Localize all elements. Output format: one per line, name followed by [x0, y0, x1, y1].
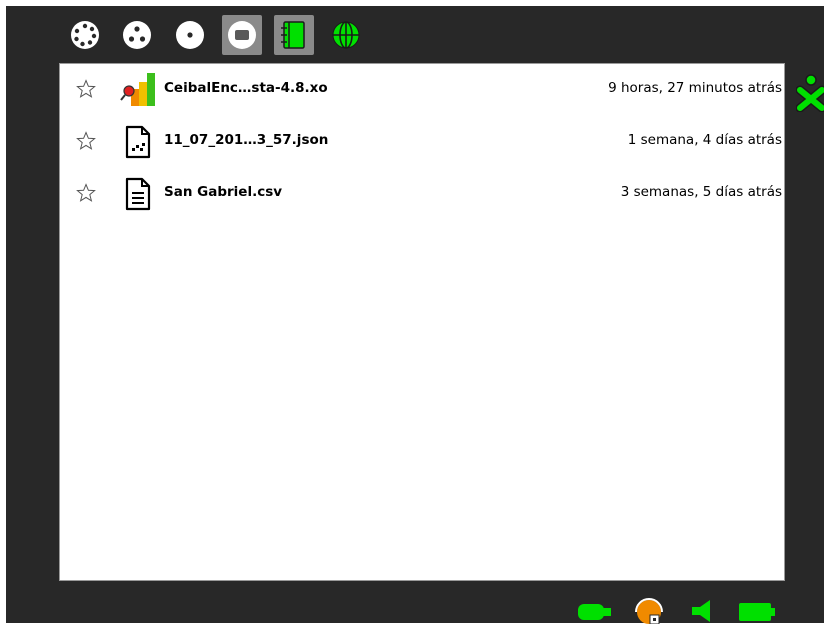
list-item[interactable]: San Gabriel.csv 3 semanas, 5 días atrás [60, 168, 784, 220]
activity-view-button[interactable] [222, 15, 262, 55]
activity-icon [228, 21, 256, 49]
star-icon[interactable] [76, 131, 96, 151]
journal-button[interactable] [274, 15, 314, 55]
group-view-button[interactable] [117, 15, 157, 55]
entry-time: 1 semana, 4 días atrás [627, 132, 782, 148]
top-toolbar [6, 6, 824, 63]
json-file-icon [125, 125, 151, 159]
entry-time: 9 horas, 27 minutos atrás [608, 80, 782, 96]
entry-title[interactable]: San Gabriel.csv [164, 184, 282, 200]
activity-bundle-icon [120, 73, 155, 106]
neighborhood-view-button[interactable] [65, 15, 105, 55]
text-file-icon [125, 177, 151, 211]
home-icon [176, 21, 204, 49]
entry-title[interactable]: 11_07_201…3_57.json [164, 132, 328, 148]
buddy-icon[interactable] [796, 72, 824, 112]
group-icon [123, 21, 151, 49]
speaker-icon[interactable] [688, 598, 718, 624]
entry-title[interactable]: CeibalEnc…sta-4.8.xo [164, 80, 328, 96]
list-item[interactable]: CeibalEnc…sta-4.8.xo 9 horas, 27 minutos… [60, 64, 784, 116]
sugar-frame: CeibalEnc…sta-4.8.xo 9 horas, 27 minutos… [6, 6, 824, 624]
usb-drive-icon[interactable] [576, 600, 614, 624]
network-icon[interactable] [632, 596, 666, 624]
browse-activity-button[interactable] [326, 15, 366, 55]
star-icon[interactable] [76, 183, 96, 203]
journal-icon [281, 21, 305, 49]
home-view-button[interactable] [170, 15, 210, 55]
list-item[interactable]: 11_07_201…3_57.json 1 semana, 4 días atr… [60, 116, 784, 168]
globe-icon [332, 21, 360, 49]
star-icon[interactable] [76, 79, 96, 99]
entry-time: 3 semanas, 5 días atrás [620, 184, 782, 200]
battery-icon[interactable] [737, 601, 777, 623]
neighborhood-icon [71, 21, 99, 49]
journal-list: CeibalEnc…sta-4.8.xo 9 horas, 27 minutos… [59, 63, 785, 581]
